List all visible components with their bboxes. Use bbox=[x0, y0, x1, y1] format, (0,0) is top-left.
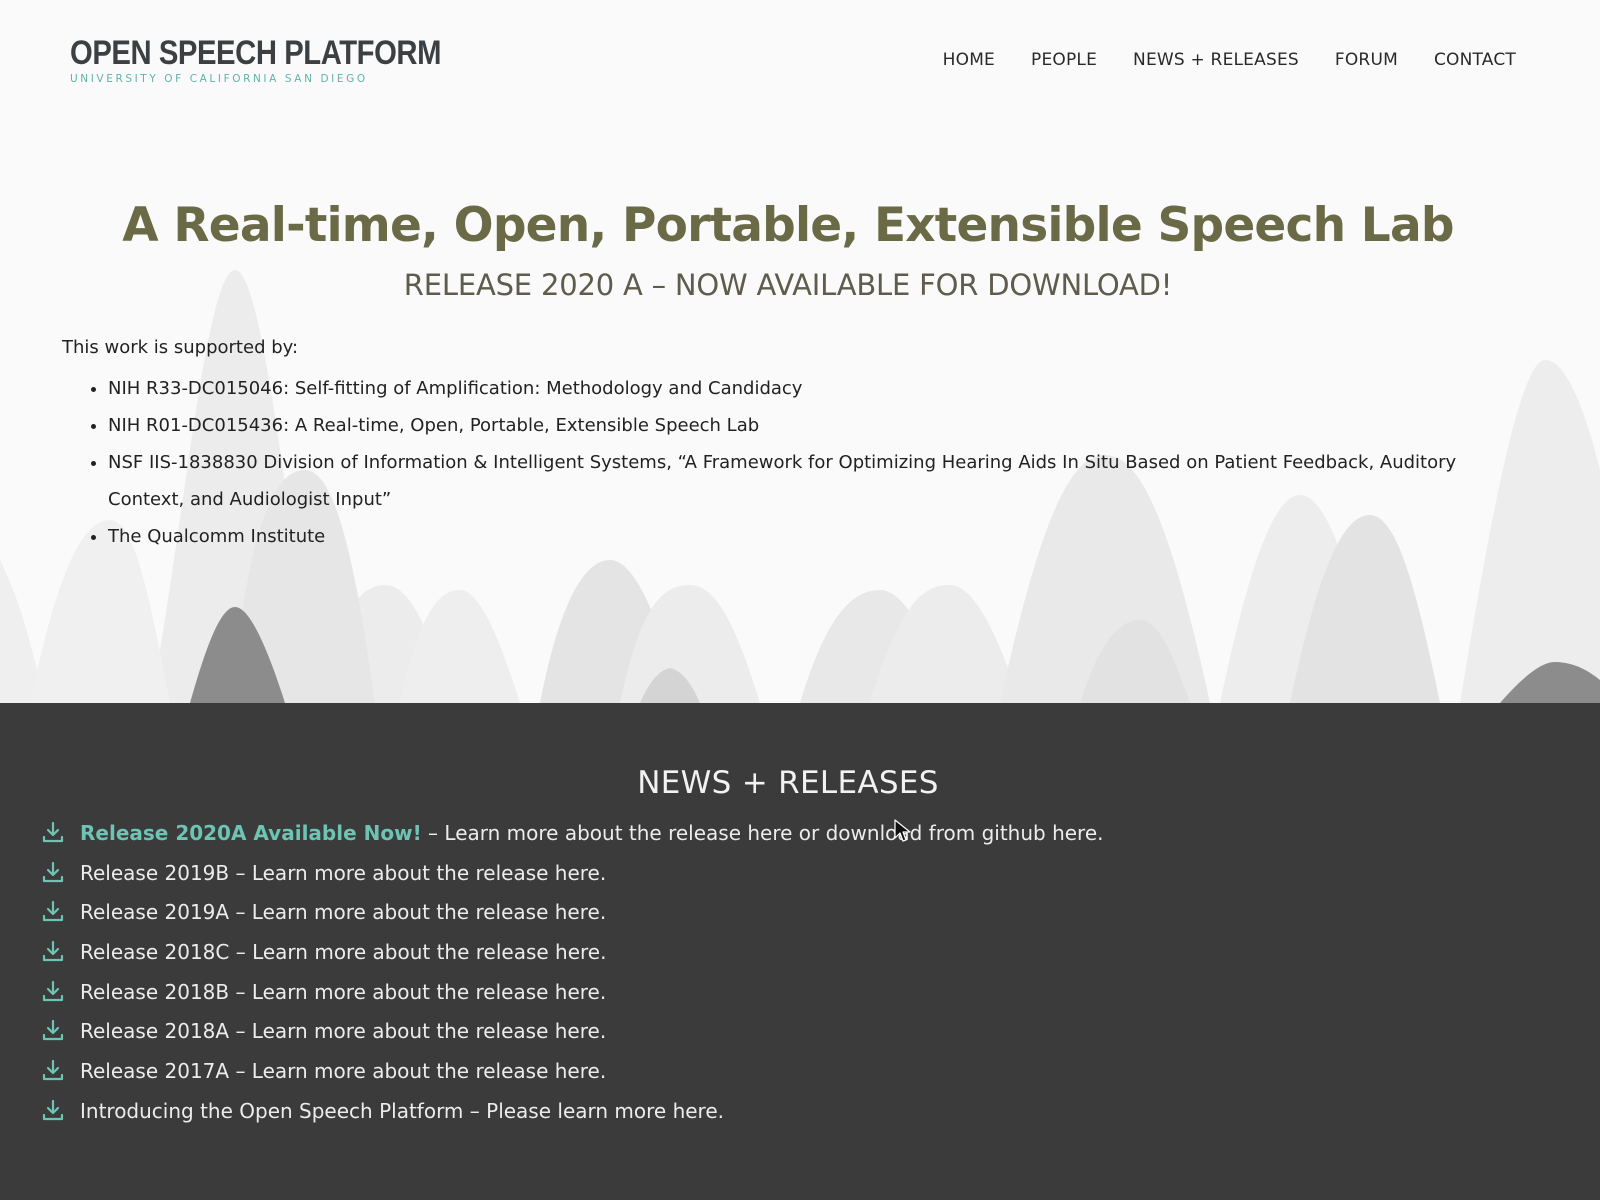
news-item[interactable]: Introducing the Open Speech Platform – P… bbox=[40, 1091, 1104, 1131]
news-item-text[interactable]: Release 2018B – Learn more about the rel… bbox=[80, 980, 606, 1004]
main-nav: HOME PEOPLE NEWS + RELEASES FORUM CONTAC… bbox=[943, 50, 1516, 70]
download-icon bbox=[42, 940, 64, 962]
news-item[interactable]: Release 2019B – Learn more about the rel… bbox=[40, 853, 1104, 893]
logo-subtitle: UNIVERSITY OF CALIFORNIA SAN DIEGO bbox=[70, 73, 368, 85]
support-item: NIH R33-DC015046: Self-fitting of Amplif… bbox=[108, 370, 1482, 407]
nav-forum[interactable]: FORUM bbox=[1335, 50, 1398, 70]
logo-title: OPEN SPEECH PLATFORM bbox=[70, 34, 442, 72]
download-icon bbox=[42, 861, 64, 882]
news-item[interactable]: Release 2019A – Learn more about the rel… bbox=[40, 892, 1104, 932]
news-section: NEWS + RELEASES Release 2020A Available … bbox=[0, 703, 1600, 1200]
news-item-text[interactable]: Release 2019B – Learn more about the rel… bbox=[80, 861, 606, 885]
news-list: Release 2020A Available Now! – Learn mor… bbox=[40, 813, 1104, 1131]
news-item-text[interactable]: Release 2019A – Learn more about the rel… bbox=[80, 900, 606, 924]
news-title: NEWS + RELEASES bbox=[637, 765, 939, 801]
nav-home[interactable]: HOME bbox=[943, 50, 995, 70]
support-item: The Qualcomm Institute bbox=[108, 518, 1482, 555]
news-item-text[interactable]: Introducing the Open Speech Platform – P… bbox=[80, 1099, 724, 1123]
support-intro: This work is supported by: bbox=[62, 337, 299, 358]
news-item[interactable]: Release 2018C – Learn more about the rel… bbox=[40, 932, 1104, 972]
mouse-cursor-icon bbox=[894, 819, 911, 842]
support-list: NIH R33-DC015046: Self-fitting of Amplif… bbox=[62, 370, 1482, 555]
download-icon bbox=[42, 1099, 64, 1120]
download-icon bbox=[42, 1020, 64, 1041]
nav-contact[interactable]: CONTACT bbox=[1434, 50, 1516, 70]
download-icon bbox=[42, 821, 64, 842]
news-text[interactable]: Release 2020A Available Now! – Learn mor… bbox=[80, 821, 1104, 845]
nav-people[interactable]: PEOPLE bbox=[1031, 50, 1097, 70]
news-item[interactable]: Release 2020A Available Now! – Learn mor… bbox=[40, 813, 1104, 853]
hero-section: OPEN SPEECH PLATFORM UNIVERSITY OF CALIF… bbox=[0, 0, 1600, 703]
news-item-text[interactable]: Release 2017A – Learn more about the rel… bbox=[80, 1059, 606, 1083]
news-item[interactable]: Release 2018A – Learn more about the rel… bbox=[40, 1011, 1104, 1051]
site-logo[interactable]: OPEN SPEECH PLATFORM UNIVERSITY OF CALIF… bbox=[70, 34, 501, 86]
page-title: A Real-time, Open, Portable, Extensible … bbox=[122, 198, 1454, 253]
download-icon bbox=[42, 1059, 64, 1081]
download-icon bbox=[42, 901, 64, 922]
nav-news-releases[interactable]: NEWS + RELEASES bbox=[1133, 50, 1299, 70]
support-item: NIH R01-DC015436: A Real-time, Open, Por… bbox=[108, 407, 1482, 444]
news-item[interactable]: Release 2018B – Learn more about the rel… bbox=[40, 972, 1104, 1012]
news-item-text[interactable]: Release 2018C – Learn more about the rel… bbox=[80, 940, 606, 964]
news-highlight-link[interactable]: Release 2020A Available Now! bbox=[80, 821, 422, 845]
news-item[interactable]: Release 2017A – Learn more about the rel… bbox=[40, 1051, 1104, 1091]
support-section: This work is supported by: NIH R33-DC015… bbox=[62, 336, 1482, 555]
release-subtitle: RELEASE 2020 A – NOW AVAILABLE FOR DOWNL… bbox=[403, 268, 1173, 302]
download-icon bbox=[42, 980, 64, 1001]
news-item-text[interactable]: – Learn more about the release here or d… bbox=[422, 821, 1103, 845]
support-item: NSF IIS-1838830 Division of Information … bbox=[108, 444, 1482, 518]
news-item-text[interactable]: Release 2018A – Learn more about the rel… bbox=[80, 1019, 606, 1043]
